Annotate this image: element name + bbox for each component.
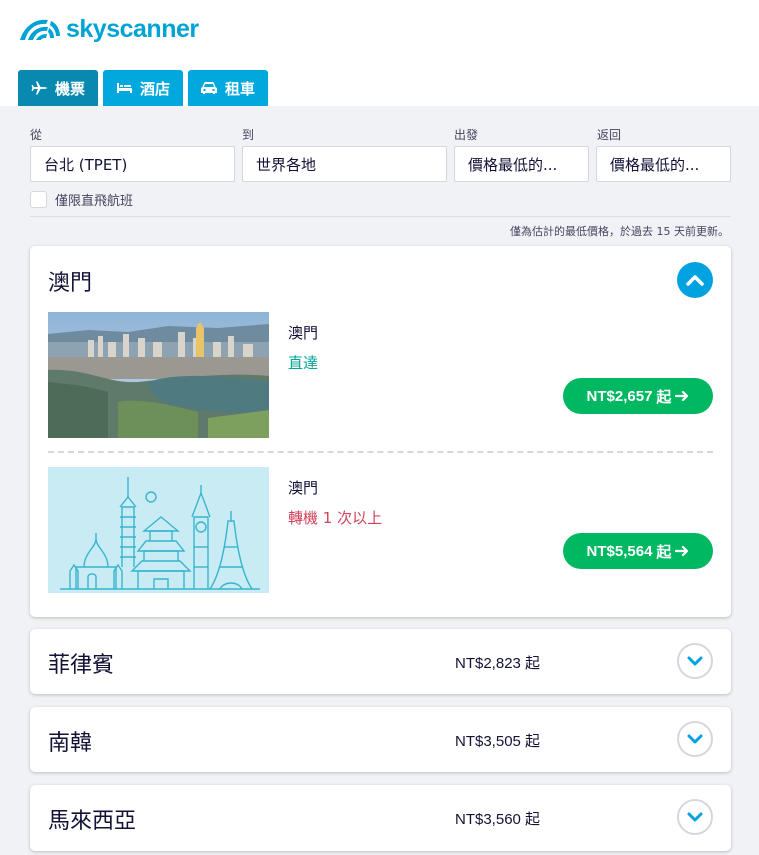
tab-flights-label: 機票 [55, 79, 86, 98]
cloud-logo-icon [20, 19, 60, 40]
chevron-down-icon [687, 734, 703, 744]
expand-button[interactable] [677, 799, 713, 835]
car-icon [201, 82, 218, 94]
to-value: 世界各地 [256, 155, 317, 174]
to-field[interactable]: 世界各地 [242, 146, 447, 182]
price-button-connecting[interactable]: NT$5,564 起 [563, 533, 713, 569]
chevron-down-icon [687, 812, 703, 822]
destination-card-south-korea[interactable]: 南韓 NT$3,505 起 [30, 707, 731, 772]
price-value: NT$5,564 [586, 542, 653, 560]
header: skyscanner 機票 酒店 租車 [0, 0, 759, 106]
collapse-button[interactable] [677, 262, 713, 298]
destination-name: 馬來西亞 [48, 809, 137, 834]
destination-price: NT$2,823 起 [455, 655, 541, 672]
destination-price: NT$3,505 起 [455, 733, 541, 750]
product-tabs: 機票 酒店 租車 [18, 70, 269, 106]
flight-option-connecting[interactable]: 澳門 轉機 1 次以上 NT$5,564 起 [48, 467, 713, 593]
tab-hotels-label: 酒店 [140, 79, 171, 98]
to-label: 到 [242, 128, 255, 142]
option-city: 澳門 [288, 479, 319, 497]
tab-flights[interactable]: 機票 [18, 70, 99, 106]
chevron-up-icon [686, 275, 704, 286]
search-form: 從 到 出發 返回 台北 (TPET) 世界各地 價格最低的... 價格最低的.… [30, 126, 731, 209]
price-disclaimer: 僅為估計的最低價格，於過去 15 天前更新。 [510, 225, 729, 238]
option-stops-direct: 直達 [288, 354, 319, 372]
from-value: 台北 (TPET) [44, 155, 128, 174]
price-suffix: 起 [656, 388, 672, 406]
direct-only-checkbox[interactable] [30, 191, 47, 208]
direct-only-label[interactable]: 僅限直飛航班 [55, 190, 133, 209]
option-stops-connecting: 轉機 1 次以上 [288, 509, 383, 527]
skyscanner-logo[interactable]: skyscanner [18, 14, 199, 44]
price-value: NT$2,657 [586, 387, 653, 405]
destination-card-malaysia[interactable]: 馬來西亞 NT$3,560 起 [30, 785, 731, 851]
option-separator [48, 451, 713, 453]
price-button-direct[interactable]: NT$2,657 起 [563, 378, 713, 414]
destination-card-philippines[interactable]: 菲律賓 NT$2,823 起 [30, 629, 731, 694]
destination-name: 南韓 [48, 731, 93, 756]
depart-field[interactable]: 價格最低的... [454, 146, 589, 182]
depart-value: 價格最低的... [468, 155, 558, 174]
arrow-right-icon [675, 390, 689, 402]
destination-card-expanded: 澳門 澳門 直達 NT$2,657 起 澳門 轉機 1 次以上 NT$5,564… [30, 246, 731, 617]
expand-button[interactable] [677, 643, 713, 679]
flight-option-direct[interactable]: 澳門 直達 NT$2,657 起 [48, 312, 713, 438]
tab-car-rental-label: 租車 [225, 79, 256, 98]
macau-city-photo [48, 312, 269, 438]
tab-hotels[interactable]: 酒店 [103, 70, 184, 106]
from-field[interactable]: 台北 (TPET) [30, 146, 235, 182]
return-value: 價格最低的... [610, 155, 700, 174]
divider [30, 216, 731, 217]
price-suffix: 起 [656, 543, 672, 561]
from-label: 從 [30, 128, 43, 142]
landmarks-illustration [48, 467, 269, 593]
depart-label: 出發 [454, 128, 479, 142]
arrow-right-icon [675, 545, 689, 557]
plane-icon [31, 81, 47, 95]
destination-title[interactable]: 澳門 [48, 265, 92, 297]
destination-price: NT$3,560 起 [455, 811, 541, 828]
chevron-down-icon [687, 656, 703, 666]
brand-name: skyscanner [66, 14, 199, 43]
return-label: 返回 [597, 128, 622, 142]
expand-button[interactable] [677, 721, 713, 757]
option-city: 澳門 [288, 324, 319, 342]
destination-name: 菲律賓 [48, 653, 115, 678]
bed-icon [117, 83, 133, 93]
return-field[interactable]: 價格最低的... [596, 146, 731, 182]
tab-car-rental[interactable]: 租車 [188, 70, 269, 106]
